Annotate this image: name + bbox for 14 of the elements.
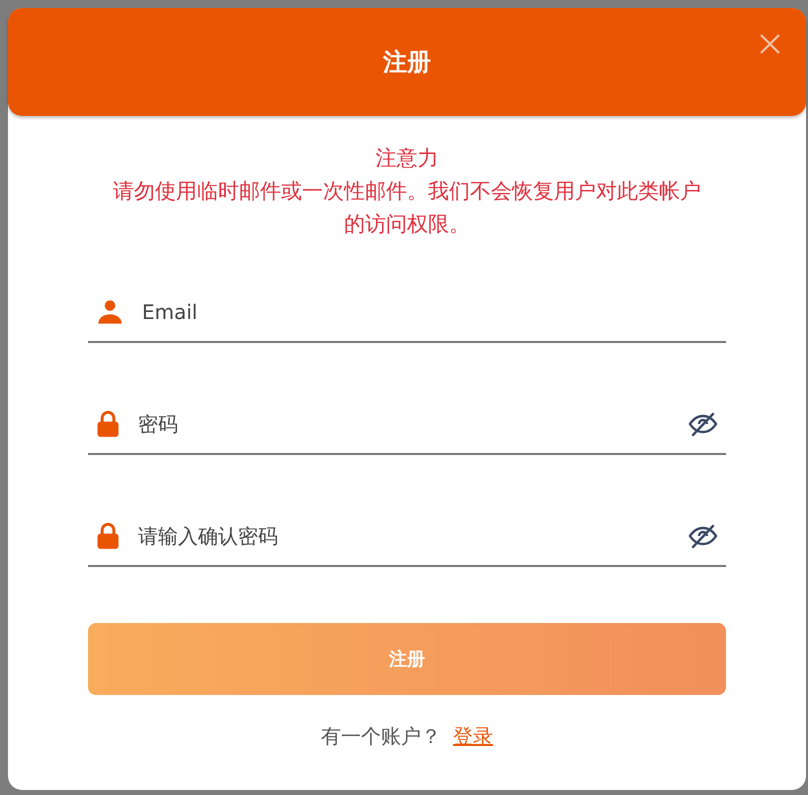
eye-slash-icon[interactable]	[688, 411, 718, 437]
footer-text: 有一个账户？	[321, 723, 441, 750]
input-field[interactable]: 请输入确认密码	[138, 521, 670, 551]
notice-heading: 注意力	[376, 145, 438, 172]
input-field[interactable]: Email	[142, 297, 718, 327]
eye-slash-icon[interactable]	[688, 523, 718, 549]
notice-text: 请勿使用临时邮件或一次性邮件。我们不会恢复用户对此类帐户的访问权限。	[112, 178, 702, 238]
lock-icon	[96, 410, 120, 438]
register-button[interactable]: 注册	[88, 623, 726, 695]
input-field[interactable]: 密码	[138, 409, 670, 439]
user-icon	[96, 298, 124, 326]
dialog-title: 注册	[383, 47, 431, 78]
lock-icon	[96, 522, 120, 550]
login-link[interactable]: 登录	[453, 721, 493, 751]
